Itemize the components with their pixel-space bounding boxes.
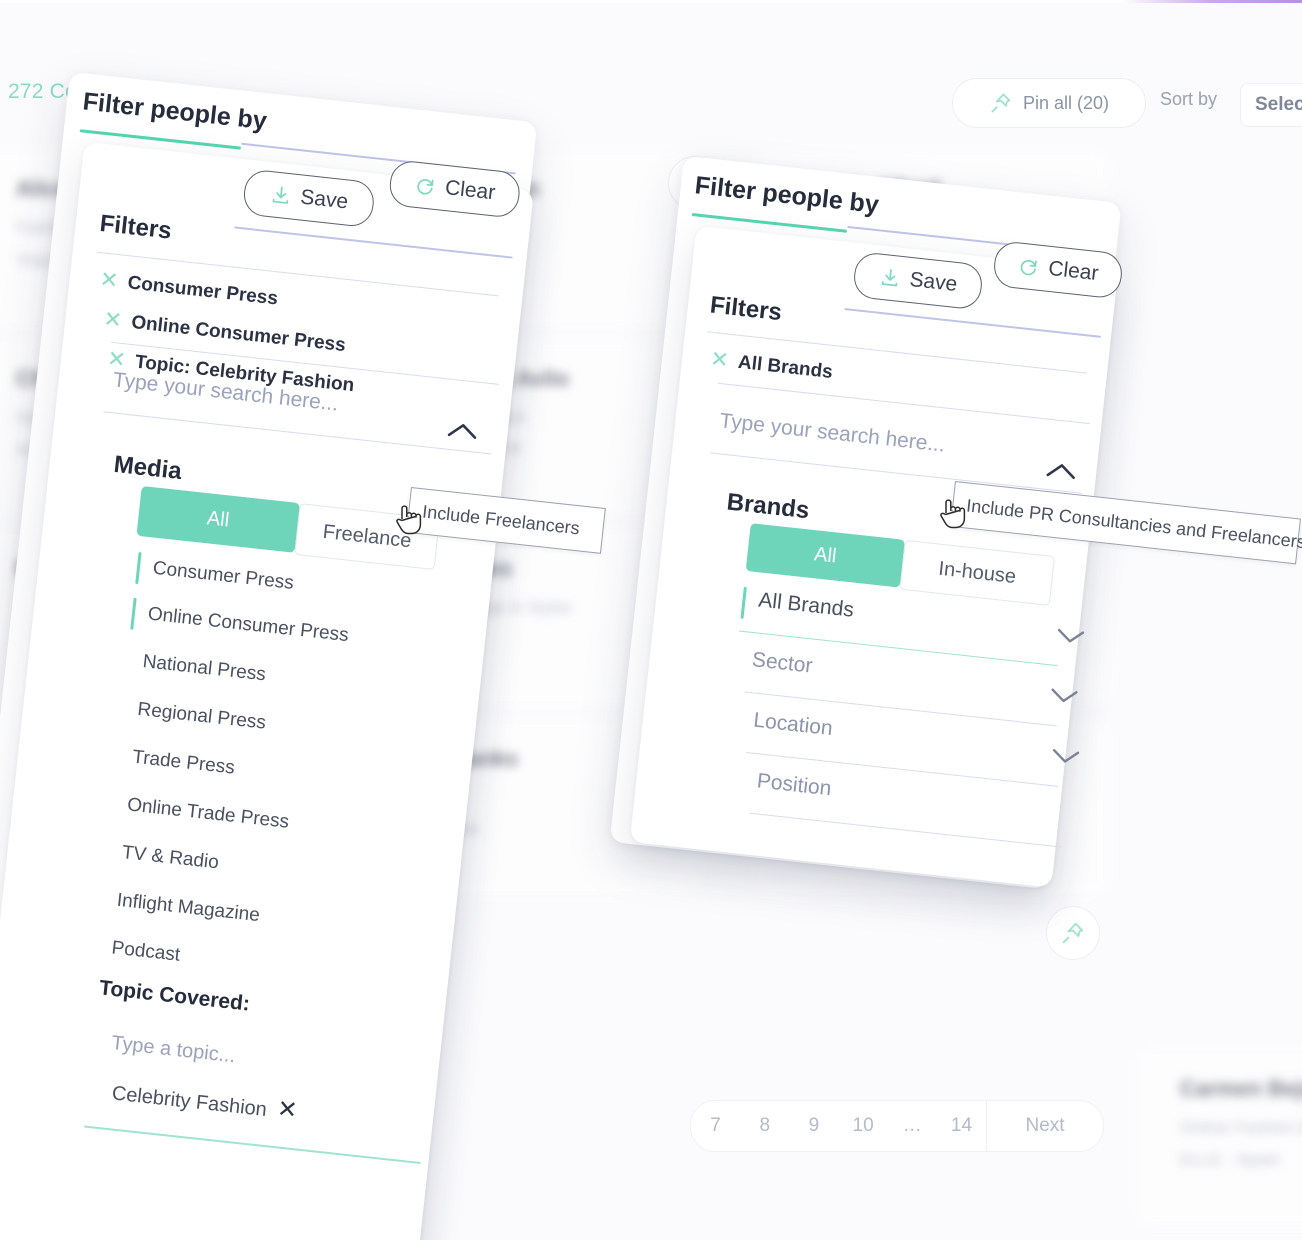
chevron-down-icon[interactable] [1046, 684, 1081, 712]
contact-role: Online Fashion Editor [1180, 1118, 1302, 1137]
pin-all-label: Pin all (20) [1022, 92, 1110, 113]
page-9[interactable]: 9 [789, 1115, 838, 1137]
clear-filter-label: Clear [1047, 256, 1100, 286]
collapse-chevron-up-icon[interactable] [1043, 459, 1080, 490]
refresh-icon [417, 179, 434, 195]
page-10[interactable]: 10 [839, 1115, 888, 1137]
page-7[interactable]: 7 [691, 1115, 740, 1137]
remove-filter-icon[interactable]: ✕ [102, 306, 123, 334]
screen: 272 Contacts Pin all (20) Sort by Select… [0, 0, 1302, 1240]
pin-all-button[interactable]: Pin all (20) [952, 78, 1146, 128]
next-page-button[interactable]: Next [986, 1101, 1103, 1151]
remove-filter-icon[interactable]: ✕ [98, 266, 120, 294]
pagination[interactable]: 7 8 9 10 … 14 Next [690, 1100, 1104, 1152]
download-icon [272, 186, 288, 204]
page-14[interactable]: 14 [937, 1115, 986, 1137]
remove-topic-icon[interactable]: ✕ [276, 1094, 299, 1125]
pin-icon [991, 93, 1011, 113]
remove-filter-icon[interactable]: ✕ [709, 346, 730, 374]
pin-contact-button[interactable] [1046, 906, 1100, 960]
save-filter-label: Save [908, 267, 959, 296]
clear-filter-label: Clear [443, 176, 497, 205]
sort-by-label: Sort by [1160, 89, 1218, 109]
contact-name: Carmen Bejarano [1180, 1076, 1302, 1101]
download-icon [881, 269, 897, 287]
contact-card[interactable]: Carmen Bejarano Online Fashion Editor EL… [1136, 1050, 1302, 1226]
mouse-cursor-pointer [396, 505, 422, 535]
pin-icon [1062, 922, 1084, 944]
chevron-down-icon[interactable] [1048, 745, 1083, 773]
sort-select[interactable]: Select [1240, 83, 1302, 127]
chevron-down-icon[interactable] [1053, 625, 1088, 653]
page-ellipsis: … [902, 1115, 922, 1136]
media-tooltip-text: Include Freelancers [421, 500, 581, 538]
contact-outlet: ELLE - Spain [1180, 1150, 1281, 1169]
mouse-cursor-pointer [940, 499, 966, 529]
refresh-icon [1021, 259, 1038, 276]
page-8[interactable]: 8 [740, 1115, 789, 1137]
save-filter-label: Save [299, 185, 350, 214]
collapse-chevron-up-icon[interactable] [444, 419, 481, 450]
